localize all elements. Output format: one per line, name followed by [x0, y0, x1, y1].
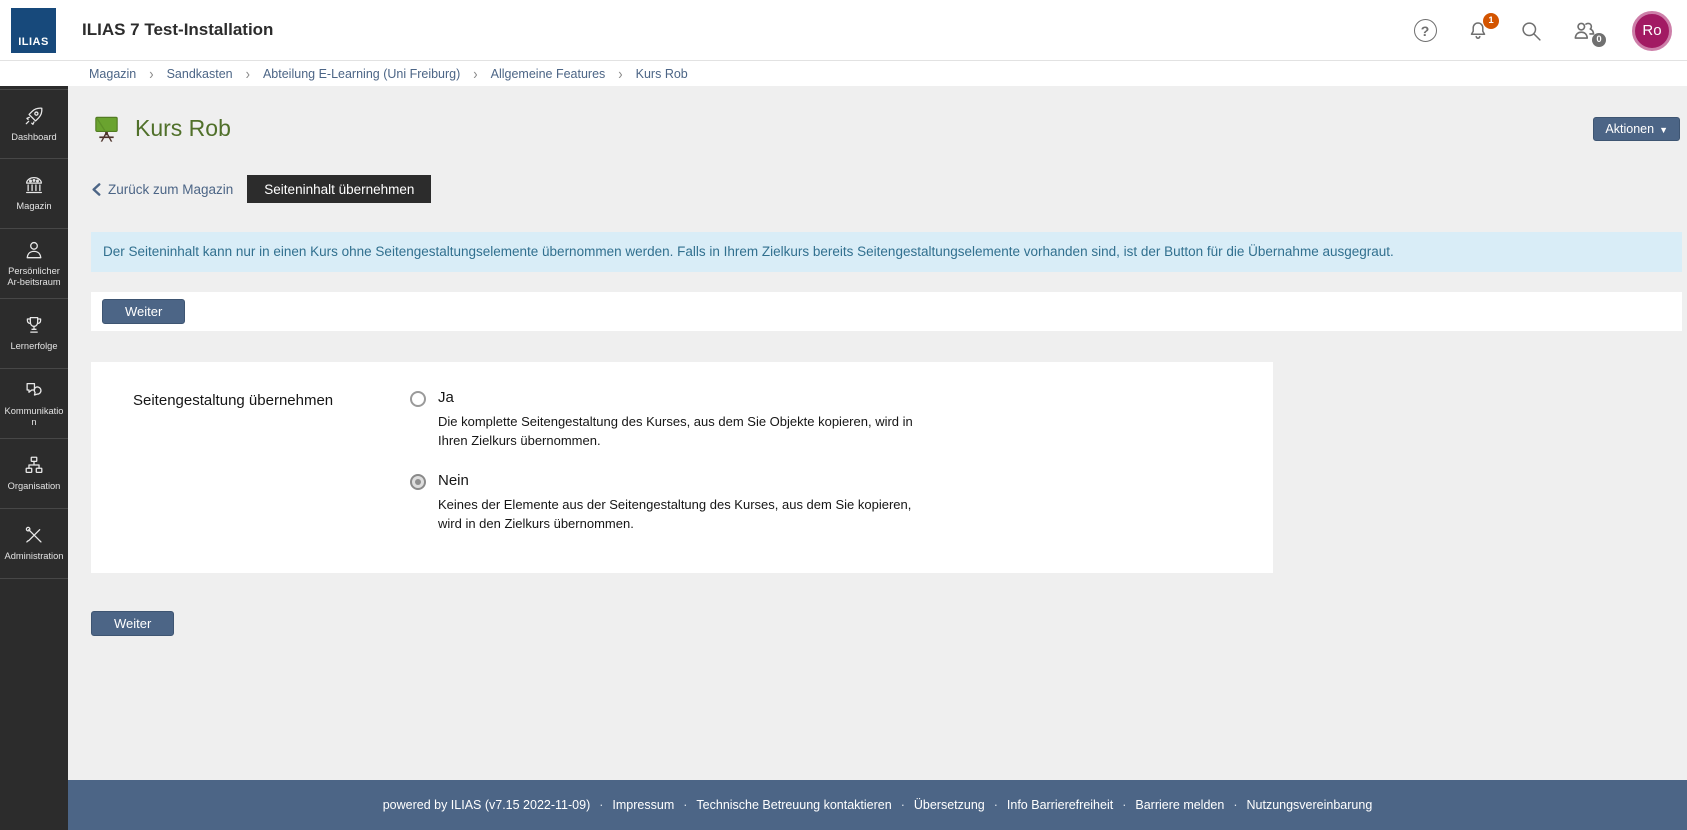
footer-link-uebersetzung[interactable]: Übersetzung [914, 798, 985, 812]
radio-option-nein: Nein Keines der Elemente aus der Seiteng… [410, 472, 918, 534]
toolbar: Weiter [91, 292, 1682, 331]
main-content: Kurs Rob Aktionen▼ Zurück zum Magazin Se… [68, 86, 1687, 830]
page-title: Kurs Rob [135, 115, 231, 142]
footer-link-nutzungsvereinbarung[interactable]: Nutzungsvereinbarung [1247, 798, 1373, 812]
breadcrumb-sandkasten[interactable]: Sandkasten [167, 67, 233, 81]
radio-ja-description: Die komplette Seitengestaltung des Kurse… [438, 413, 918, 451]
chevron-left-icon [91, 183, 101, 196]
sidebar-item-label: Magazin [16, 201, 51, 212]
sidebar-item-label: Kommunikation [2, 406, 66, 428]
course-blackboard-icon [91, 113, 122, 144]
avatar[interactable]: Ro [1632, 11, 1672, 51]
installation-title: ILIAS 7 Test-Installation [82, 20, 273, 40]
form-panel: Seitengestaltung übernehmen Ja Die kompl… [91, 362, 1273, 573]
trophy-icon [23, 314, 45, 336]
chevron-right-icon: › [149, 65, 153, 83]
chevron-right-icon: › [246, 65, 250, 83]
org-chart-icon [23, 454, 45, 476]
radio-option-ja: Ja Die komplette Seitengestaltung des Ku… [410, 389, 918, 451]
help-button[interactable]: ? [1412, 18, 1438, 44]
weiter-button-bottom[interactable]: Weiter [91, 611, 174, 636]
notifications-button[interactable]: 1 [1465, 18, 1491, 44]
radio-group: Ja Die komplette Seitengestaltung des Ku… [410, 389, 918, 533]
footer-link-impressum[interactable]: Impressum [612, 798, 674, 812]
sidebar-item-organisation[interactable]: Organisation [0, 439, 68, 509]
tab-bar: Zurück zum Magazin Seiteninhalt übernehm… [91, 175, 1682, 203]
sidebar-item-label: Persönlicher Ar-beitsraum [2, 266, 66, 288]
chat-bubbles-icon [23, 379, 45, 401]
radio-ja[interactable] [410, 391, 426, 407]
page-title-row: Kurs Rob Aktionen▼ [91, 105, 1682, 151]
info-message: Der Seiteninhalt kann nur in einen Kurs … [91, 232, 1682, 272]
chevron-right-icon: › [618, 65, 622, 83]
ilias-logo-text: ILIAS [18, 36, 49, 48]
search-icon [1519, 19, 1543, 43]
breadcrumb: Magazin › Sandkasten › Abteilung E-Learn… [0, 61, 1687, 86]
chevron-right-icon: › [473, 65, 477, 83]
help-icon: ? [1414, 19, 1437, 42]
sidebar-item-label: Lernerfolge [10, 341, 57, 352]
weiter-button-top[interactable]: Weiter [102, 299, 185, 324]
avatar-initials: Ro [1642, 22, 1661, 39]
ilias-logo[interactable]: ILIAS [11, 8, 56, 53]
form-label-seitengestaltung: Seitengestaltung übernehmen [133, 389, 410, 533]
sidebar-item-kommunikation[interactable]: Kommunikation [0, 369, 68, 439]
breadcrumb-allgemeine-features[interactable]: Allgemeine Features [491, 67, 606, 81]
breadcrumb-magazin[interactable]: Magazin [89, 67, 136, 81]
actions-button[interactable]: Aktionen▼ [1593, 117, 1680, 141]
footer-link-betreuung[interactable]: Technische Betreuung kontaktieren [696, 798, 891, 812]
breadcrumb-abteilung[interactable]: Abteilung E-Learning (Uni Freiburg) [263, 67, 460, 81]
footer-link-barriere-melden[interactable]: Barriere melden [1135, 798, 1224, 812]
radio-nein[interactable] [410, 474, 426, 490]
radio-nein-description: Keines der Elemente aus der Seitengestal… [438, 496, 918, 534]
notification-badge: 1 [1483, 13, 1499, 29]
sidebar-item-persoenlicher-arbeitsraum[interactable]: Persönlicher Ar-beitsraum [0, 229, 68, 299]
sidebar-item-dashboard[interactable]: Dashboard [0, 89, 68, 159]
sidebar-item-administration[interactable]: Administration [0, 509, 68, 579]
radio-ja-label[interactable]: Ja [438, 389, 918, 406]
ilias-app: ILIAS ILIAS 7 Test-Installation ? 1 [0, 0, 1687, 830]
caret-down-icon: ▼ [1659, 125, 1668, 135]
tab-back-to-magazin[interactable]: Zurück zum Magazin [91, 182, 233, 197]
person-icon [23, 239, 45, 261]
online-count-badge: 0 [1592, 33, 1606, 47]
search-button[interactable] [1518, 18, 1544, 44]
tab-seiteninhalt-uebernehmen[interactable]: Seiteninhalt übernehmen [247, 175, 431, 203]
who-is-online-button[interactable]: 0 [1571, 18, 1597, 44]
footer-link-barrierefreiheit[interactable]: Info Barrierefreiheit [1007, 798, 1113, 812]
top-header: ILIAS ILIAS 7 Test-Installation ? 1 [0, 0, 1687, 61]
main-sidebar: Dashboard Magazin Persönlicher Ar-beitsr… [0, 86, 68, 830]
bank-icon [23, 174, 45, 196]
crossed-tools-icon [23, 524, 45, 546]
sidebar-item-label: Administration [5, 551, 64, 562]
radio-nein-label[interactable]: Nein [438, 472, 918, 489]
sidebar-item-magazin[interactable]: Magazin [0, 159, 68, 229]
powered-by-link[interactable]: powered by ILIAS (v7.15 2022-11-09) [383, 798, 591, 812]
breadcrumb-kurs-rob[interactable]: Kurs Rob [636, 67, 688, 81]
header-icon-bar: ? 1 0 [1412, 0, 1672, 61]
sidebar-item-label: Dashboard [11, 132, 56, 143]
sidebar-item-lernerfolge[interactable]: Lernerfolge [0, 299, 68, 369]
rocket-icon [23, 105, 45, 127]
sidebar-item-label: Organisation [8, 481, 61, 492]
page-footer: powered by ILIAS (v7.15 2022-11-09) Impr… [68, 780, 1687, 830]
